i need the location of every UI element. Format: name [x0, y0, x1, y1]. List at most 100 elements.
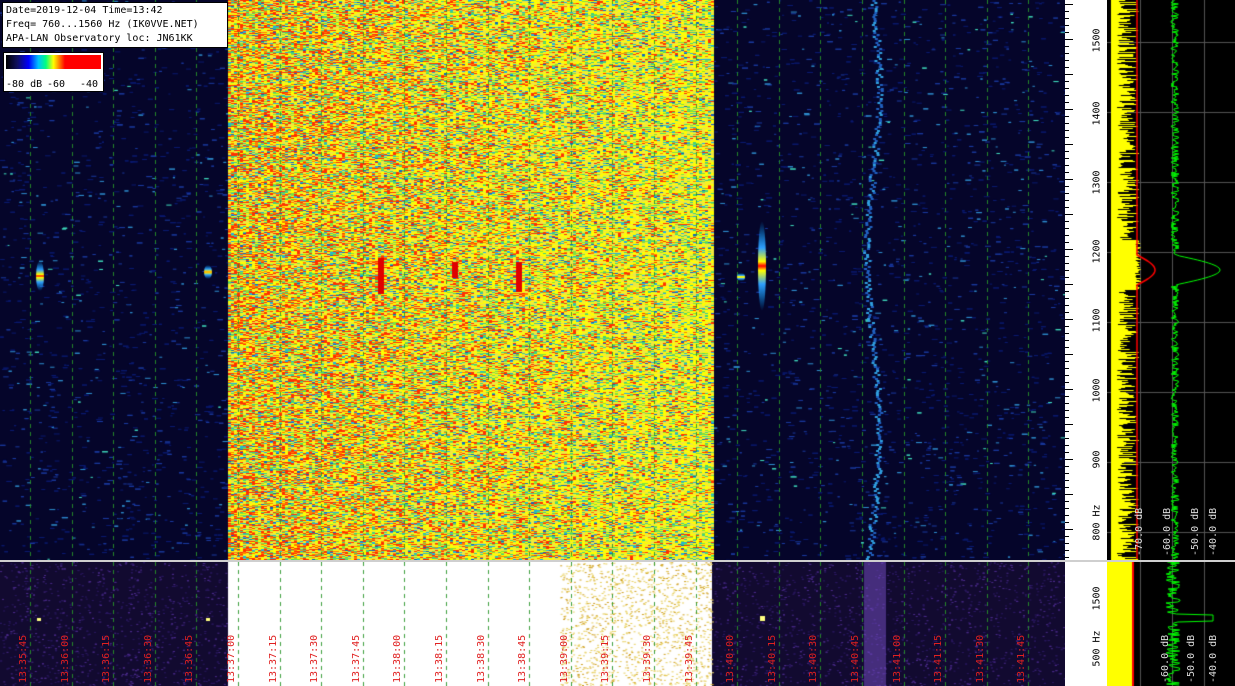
info-observatory-line: APA-LAN Observatory loc: JN61KK [6, 33, 193, 44]
frequency-tick-mark [1065, 263, 1069, 264]
frequency-tick-mark [1065, 256, 1069, 257]
frequency-tick-mark [1065, 277, 1069, 278]
frequency-tick-mark [1065, 193, 1069, 194]
time-tick-label: 13:38:30 [475, 634, 487, 683]
time-tick-label: 13:40:45 [850, 634, 861, 683]
frequency-tick-mark [1065, 368, 1069, 369]
frequency-tick-mark [1065, 396, 1069, 397]
frequency-tick-mark [1065, 417, 1069, 418]
frequency-tick-label: 800 Hz [1091, 504, 1103, 541]
frequency-tick-mark [1065, 95, 1069, 96]
color-scale-legend: -80 dB -60 -40 [3, 52, 104, 92]
frequency-tick-mark [1065, 375, 1069, 376]
frequency-tick-mark [1065, 473, 1069, 474]
frequency-tick-mark [1065, 228, 1069, 229]
frequency-tick-mark [1065, 494, 1073, 495]
frequency-tick-mark [1065, 466, 1069, 467]
time-tick-label: 13:35:45 [18, 634, 29, 683]
color-scale-min-label: -80 dB [6, 79, 43, 90]
frequency-tick-mark [1065, 431, 1069, 432]
frequency-tick-mark [1065, 543, 1069, 544]
frequency-tick-label: 1300 [1091, 170, 1103, 195]
frequency-tick-mark [1065, 270, 1069, 271]
frequency-tick-label: 1100 [1091, 308, 1103, 333]
frequency-tick-mark [1065, 508, 1069, 509]
frequency-tick-mark [1065, 403, 1069, 404]
frequency-tick-mark [1065, 32, 1069, 33]
frequency-tick-mark [1065, 487, 1069, 488]
info-date-line: Date=2019-12-04 Time=13:42 [6, 5, 163, 16]
time-tick-label: 13:41:00 [891, 634, 903, 683]
frequency-tick-mark [1065, 522, 1069, 523]
frequency-tick-mark [1065, 305, 1069, 306]
overview-spectrum-db-label: -40.0 dB [1208, 634, 1219, 683]
overview-spectrum-db-label: -60.0 dB [1160, 634, 1171, 683]
color-scale-max-label: -40 [80, 79, 99, 90]
frequency-tick-label: 1000 [1091, 378, 1103, 403]
frequency-tick-mark [1065, 130, 1069, 131]
frequency-tick-mark [1065, 18, 1069, 19]
frequency-tick-mark [1065, 25, 1069, 26]
frequency-tick-mark [1065, 102, 1069, 103]
frequency-tick-mark [1065, 501, 1069, 502]
overview-frequency-tick-label: 1500 [1091, 586, 1103, 611]
panel-separator [0, 560, 1235, 562]
frequency-tick-mark [1065, 4, 1073, 5]
frequency-tick-mark [1065, 333, 1069, 334]
time-tick-label: 13:39:00 [558, 634, 570, 683]
time-tick-label: 13:36:45 [184, 634, 196, 683]
frequency-tick-mark [1065, 11, 1069, 12]
spectrum-db-label: -60.0 dB [1162, 507, 1173, 556]
frequency-tick-mark [1065, 354, 1073, 355]
frequency-tick-mark [1065, 550, 1069, 551]
frequency-tick-mark [1065, 151, 1069, 152]
frequency-tick-mark [1065, 123, 1069, 124]
frequency-tick-mark [1065, 144, 1073, 145]
frequency-tick-mark [1065, 529, 1073, 530]
time-tick-label: 13:37:15 [267, 634, 279, 683]
time-tick-label: 13:37:30 [309, 634, 321, 683]
frequency-tick-mark [1065, 452, 1069, 453]
spectrum-db-label: -50.0 dB [1190, 507, 1201, 556]
overview-frequency-axis: 1500 500 Hz [1065, 562, 1107, 686]
frequency-tick-mark [1065, 179, 1073, 180]
frequency-tick-mark [1065, 60, 1069, 61]
frequency-tick-mark [1065, 347, 1069, 348]
time-tick-label: 13:40:30 [808, 634, 820, 683]
frequency-tick-mark [1065, 109, 1073, 110]
info-box: Date=2019-12-04 Time=13:42 Freq= 760...1… [2, 2, 228, 48]
frequency-tick-mark [1065, 389, 1073, 390]
frequency-tick-mark [1065, 298, 1069, 299]
frequency-tick-mark [1065, 340, 1069, 341]
frequency-tick-mark [1065, 158, 1069, 159]
frequency-tick-mark [1065, 221, 1069, 222]
frequency-tick-mark [1065, 382, 1069, 383]
frequency-axis: 1500 1400 1300 1200 1100 1000 900 800 Hz [1065, 0, 1107, 560]
info-freq-line: Freq= 760...1560 Hz (IK0VVE.NET) [6, 19, 199, 30]
frequency-tick-mark [1065, 137, 1069, 138]
frequency-tick-mark [1065, 207, 1069, 208]
frequency-tick-mark [1065, 536, 1069, 537]
time-tick-label: 13:40:15 [766, 634, 778, 683]
frequency-tick-mark [1065, 312, 1069, 313]
overview-waterfall [0, 562, 1065, 686]
frequency-tick-mark [1065, 326, 1069, 327]
time-tick-label: 13:37:45 [350, 634, 362, 683]
spectrum-panel [1107, 0, 1235, 560]
frequency-tick-mark [1065, 165, 1069, 166]
frequency-tick-mark [1065, 410, 1069, 411]
frequency-tick-mark [1065, 249, 1073, 250]
frequency-tick-mark [1065, 459, 1073, 460]
time-tick-label: 13:38:15 [434, 634, 445, 683]
frequency-tick-mark [1065, 67, 1069, 68]
frequency-tick-mark [1065, 46, 1069, 47]
frequency-tick-mark [1065, 53, 1069, 54]
frequency-tick-mark [1065, 480, 1069, 481]
frequency-tick-mark [1065, 81, 1069, 82]
main-waterfall [0, 0, 1065, 560]
frequency-tick-mark [1065, 88, 1069, 89]
time-tick-label: 13:39:30 [642, 634, 653, 683]
frequency-tick-mark [1065, 291, 1069, 292]
frequency-tick-mark [1065, 515, 1069, 516]
frequency-tick-mark [1065, 39, 1073, 40]
